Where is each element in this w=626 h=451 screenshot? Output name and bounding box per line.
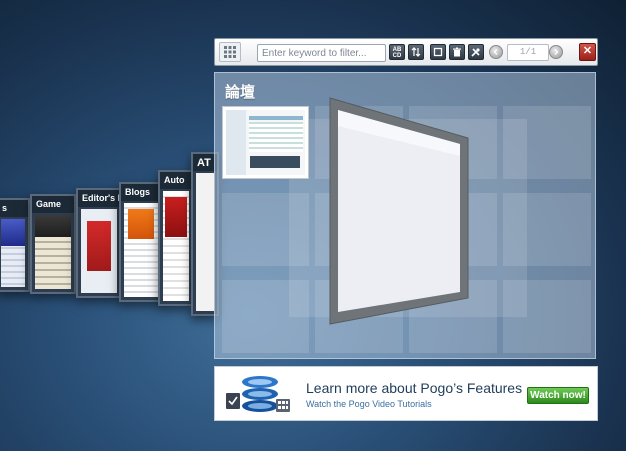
stack-card-thumbnail bbox=[163, 191, 189, 301]
flip-panel bbox=[329, 97, 469, 325]
page-indicator: 1/1 bbox=[507, 44, 549, 61]
promo-subtitle-link[interactable]: Watch the Pogo Video Tutorials bbox=[306, 399, 432, 409]
filter-input[interactable] bbox=[257, 44, 386, 62]
stack-card-thumbnail bbox=[81, 209, 117, 293]
close-icon: ✕ bbox=[582, 45, 593, 57]
stack-card-title: Auto bbox=[160, 172, 192, 189]
stack-card-title: Editor's Pi bbox=[78, 190, 120, 207]
sort-alpha-button[interactable]: AB CD bbox=[389, 44, 405, 60]
toolbar: AB CD 1/1 ✕ bbox=[214, 38, 598, 66]
stack-card-thumbnail bbox=[196, 173, 214, 311]
grid-view-button[interactable] bbox=[219, 42, 241, 62]
stack-card[interactable]: s bbox=[0, 198, 30, 292]
stack-card[interactable]: Blogs bbox=[119, 182, 163, 302]
prev-page-button[interactable] bbox=[489, 45, 503, 59]
grid-icon bbox=[224, 46, 236, 58]
stack-card-title: Game bbox=[32, 196, 74, 213]
stack-card[interactable]: Editor's Pi bbox=[76, 188, 122, 298]
group-title: 論壇 bbox=[225, 83, 256, 101]
sort-alpha-icon: AB CD bbox=[392, 47, 402, 59]
close-button[interactable]: ✕ bbox=[579, 43, 596, 61]
delete-button[interactable] bbox=[449, 44, 465, 60]
next-page-button[interactable] bbox=[549, 45, 563, 59]
chevron-right-icon bbox=[554, 49, 559, 55]
window-icon bbox=[433, 47, 443, 57]
sort-arrows-icon bbox=[411, 47, 421, 57]
tutorial-icon bbox=[226, 376, 290, 412]
stack-card[interactable]: Auto bbox=[158, 170, 194, 306]
new-window-button[interactable] bbox=[430, 44, 446, 60]
stack-card-thumbnail bbox=[124, 203, 158, 297]
promo-banner[interactable]: Learn more about Pogo’s Features Watch t… bbox=[214, 366, 598, 421]
trash-icon bbox=[453, 47, 461, 57]
stack-card-title: Blogs bbox=[121, 184, 161, 201]
watch-now-button[interactable]: Watch now! bbox=[527, 387, 589, 404]
stack-card-thumbnail bbox=[1, 219, 25, 287]
stack-card-thumbnail bbox=[35, 215, 71, 289]
promo-title: Learn more about Pogo’s Features bbox=[306, 380, 523, 396]
tab-thumbnail[interactable] bbox=[222, 106, 309, 179]
tab-thumbnail-image bbox=[226, 110, 305, 175]
stack-card[interactable]: Game bbox=[30, 194, 76, 294]
tools-button[interactable] bbox=[468, 44, 484, 60]
stack-card-title: s bbox=[0, 200, 28, 217]
sort-numeric-button[interactable] bbox=[408, 44, 424, 60]
chevron-left-icon bbox=[493, 49, 498, 55]
tools-icon bbox=[471, 48, 480, 57]
